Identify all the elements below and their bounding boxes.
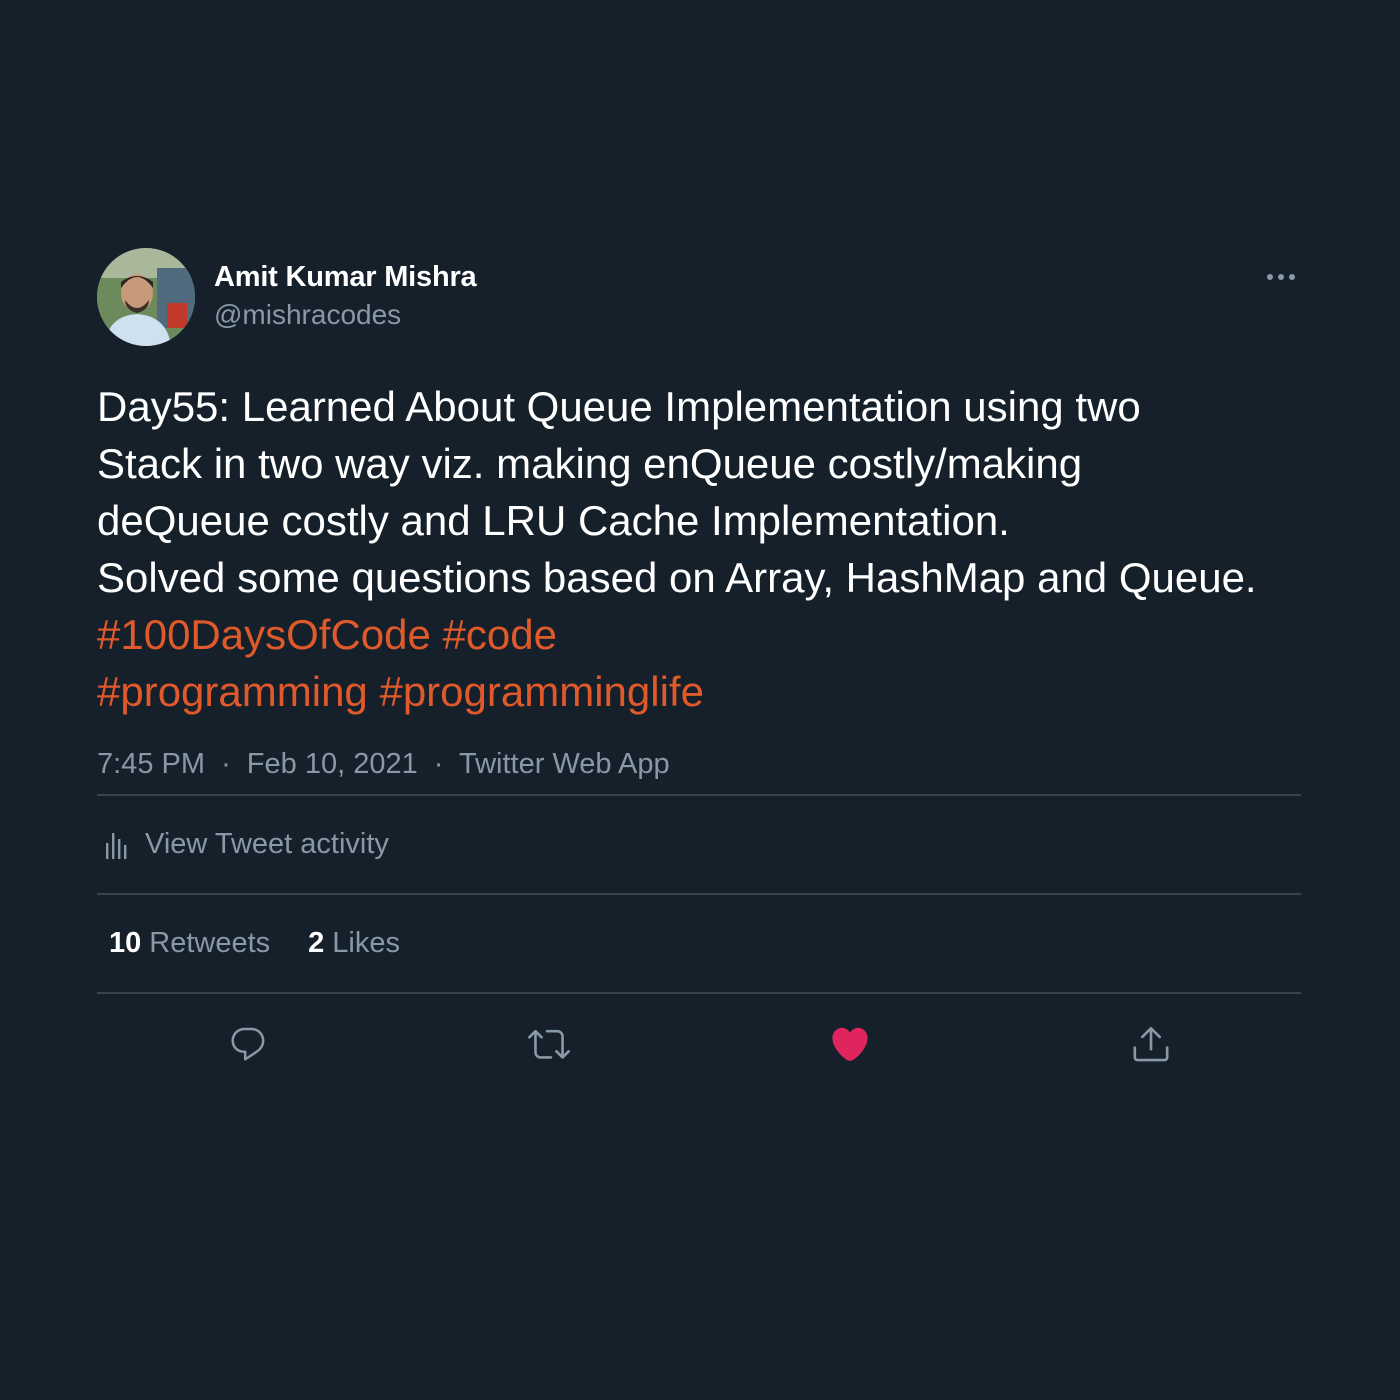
retweets-count: 10 xyxy=(109,927,142,959)
retweet-icon xyxy=(527,1029,570,1059)
avatar[interactable] xyxy=(97,248,195,346)
retweets-stat[interactable]: 10 Retweets xyxy=(109,927,270,960)
meta-separator: · xyxy=(221,748,231,780)
author-name[interactable]: Amit Kumar Mishra xyxy=(214,260,477,294)
retweet-button[interactable] xyxy=(519,1014,579,1074)
tweet-date[interactable]: Feb 10, 2021 xyxy=(247,748,418,780)
retweets-label: Retweets xyxy=(149,927,271,959)
hashtag-list: #100DaysOfCode #code #programming #progr… xyxy=(97,606,1301,720)
meta-separator: · xyxy=(433,748,444,780)
share-button[interactable] xyxy=(1121,1014,1181,1074)
tweet-text: Day55: Learned About Queue Implementatio… xyxy=(97,383,1257,601)
tweet-stats: 10 Retweets 2 Likes xyxy=(97,895,1301,992)
tweet-actions xyxy=(97,994,1301,1094)
more-icon xyxy=(1267,274,1295,280)
hashtag-programminglife[interactable]: #programminglife xyxy=(379,668,703,715)
bar-chart-icon xyxy=(105,828,131,862)
tweet-card: Amit Kumar Mishra @mishracodes Day55: Le… xyxy=(97,248,1301,1094)
hashtag-code[interactable]: #code xyxy=(443,611,557,658)
author-handle[interactable]: @mishracodes xyxy=(214,298,477,332)
likes-count: 2 xyxy=(308,927,325,959)
tweet-header: Amit Kumar Mishra @mishracodes xyxy=(97,248,1301,348)
tweet-meta: 7:45 PM · Feb 10, 2021 · Twitter Web App xyxy=(97,744,1301,794)
likes-label: Likes xyxy=(332,927,400,959)
reply-button[interactable] xyxy=(218,1014,278,1074)
more-options-button[interactable] xyxy=(1261,264,1301,290)
hashtag-100daysofcode[interactable]: #100DaysOfCode xyxy=(97,611,431,658)
tweet-time[interactable]: 7:45 PM xyxy=(97,748,205,780)
likes-stat[interactable]: 2 Likes xyxy=(308,927,400,960)
author-info: Amit Kumar Mishra @mishracodes xyxy=(214,260,477,332)
tweet-source[interactable]: Twitter Web App xyxy=(459,748,670,780)
heart-icon xyxy=(831,1027,868,1061)
view-tweet-activity-link[interactable]: View Tweet activity xyxy=(97,796,1301,893)
hashtag-programming[interactable]: #programming xyxy=(97,668,368,715)
like-button[interactable] xyxy=(820,1014,880,1074)
share-icon xyxy=(1133,1026,1168,1062)
view-tweet-activity-label: View Tweet activity xyxy=(145,828,389,860)
avatar-image xyxy=(97,248,195,346)
reply-icon xyxy=(230,1027,264,1061)
